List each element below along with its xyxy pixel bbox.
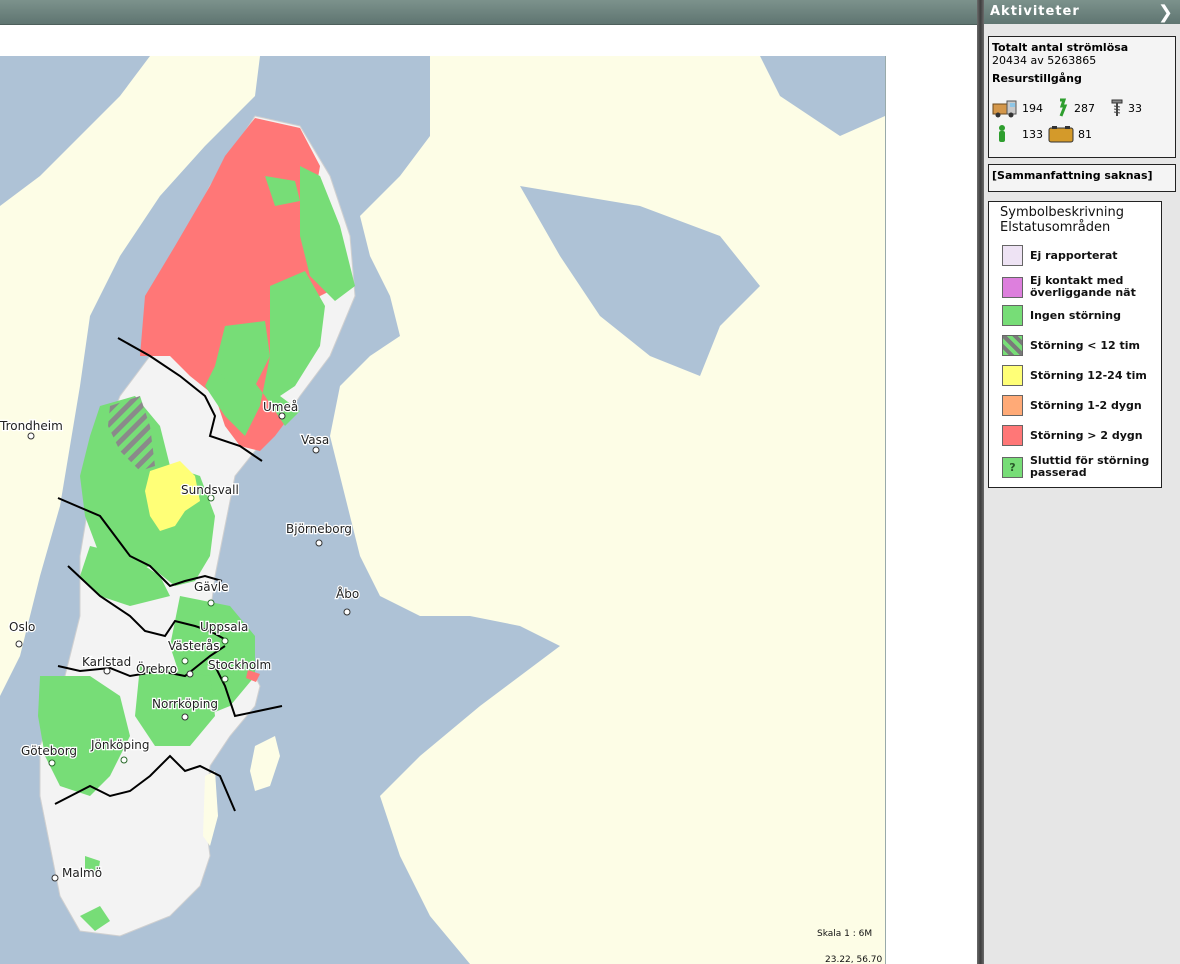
city-label: Åbo	[336, 586, 359, 601]
city-label: Jönköping	[90, 738, 150, 752]
resource-value: 33	[1128, 101, 1142, 115]
city-label: Björneborg	[286, 522, 352, 536]
legend-swatch	[1002, 305, 1023, 326]
cable-green-icon	[1059, 98, 1068, 117]
city-label: Karlstad	[82, 655, 131, 669]
resource-value: 133	[1022, 127, 1043, 141]
city-label: Örebro	[136, 660, 177, 676]
legend-swatch	[1002, 365, 1023, 386]
resource-generator: 81	[1048, 124, 1092, 144]
resource-cable: 287	[1056, 98, 1095, 118]
city-label: Göteborg	[21, 744, 77, 758]
legend-item: Ingen störning	[1002, 305, 1162, 326]
city-label: Västerås	[168, 639, 220, 653]
resource-truck: 194	[992, 98, 1043, 118]
map-coordinates: 23.22, 56.70	[825, 955, 883, 964]
city-label: Umeå	[263, 400, 298, 414]
map-view[interactable]: Trondheim Umeå Vasa Sundsvall Björneborg…	[0, 56, 886, 964]
legend-item: Störning 12-24 tim	[1002, 365, 1162, 386]
city-label: Sundsvall	[181, 483, 239, 497]
city-label: Malmö	[62, 866, 102, 880]
legend-swatch	[1002, 276, 1023, 298]
legend-swatch	[1002, 395, 1023, 416]
total-label: Totalt antal strömlösa	[992, 41, 1129, 54]
green-worker-icon	[999, 125, 1005, 142]
legend-box: Symbolbeskrivning Elstatusområden Ej rap…	[988, 201, 1162, 488]
map-canvas[interactable]: Trondheim Umeå Vasa Sundsvall Björneborg…	[0, 56, 885, 964]
legend-swatch: ?	[1002, 456, 1023, 478]
panel-divider[interactable]	[977, 0, 984, 964]
resource-screw: 33	[1110, 98, 1142, 118]
panel-title: Aktiviteter	[990, 4, 1080, 19]
resource-value: 287	[1074, 101, 1095, 115]
city-label: Stockholm	[208, 658, 271, 672]
screw-icon	[1111, 99, 1123, 116]
legend-item: Ej kontakt med överliggande nät	[1002, 275, 1162, 299]
city-label: Gävle	[194, 580, 228, 594]
resource-worker: 133	[996, 124, 1043, 144]
resource-value: 194	[1022, 101, 1043, 115]
summary-box: [Sammanfattning saknas]	[988, 164, 1176, 192]
land-finland	[330, 56, 885, 964]
stats-box: Totalt antal strömlösa 20434 av 5263865 …	[988, 36, 1176, 158]
legend-swatch	[1002, 335, 1023, 356]
legend-item: Störning > 2 dygn	[1002, 425, 1162, 446]
legend-swatch	[1002, 245, 1023, 266]
city-label: Uppsala	[200, 620, 248, 634]
total-value: 20434 av 5263865	[992, 54, 1097, 67]
resources-label: Resurstillgång	[992, 72, 1082, 85]
legend-item: Ej rapporterat	[1002, 245, 1162, 266]
legend-item: Störning 1-2 dygn	[1002, 395, 1162, 416]
city-label: Norrköping	[152, 697, 218, 711]
truck-icon	[992, 100, 1017, 118]
city-label: Oslo	[9, 620, 35, 634]
city-label: Trondheim	[0, 419, 63, 433]
legend-swatch	[1002, 425, 1023, 446]
city-label: Vasa	[301, 433, 329, 447]
side-panel: Aktiviteter ❯ Totalt antal strömlösa 204…	[984, 0, 1180, 964]
top-toolbar	[0, 0, 977, 25]
chevron-right-icon[interactable]: ❯	[1158, 1, 1174, 25]
legend-item: ? Sluttid för störning passerad	[1002, 455, 1162, 479]
legend-item: Störning < 12 tim	[1002, 335, 1162, 356]
generator-icon	[1048, 126, 1074, 143]
legend-title: Symbolbeskrivning Elstatusområden	[1000, 205, 1124, 235]
panel-header: Aktiviteter ❯	[984, 0, 1180, 24]
map-scale: Skala 1 : 6M	[817, 929, 872, 939]
resource-value: 81	[1078, 127, 1092, 141]
